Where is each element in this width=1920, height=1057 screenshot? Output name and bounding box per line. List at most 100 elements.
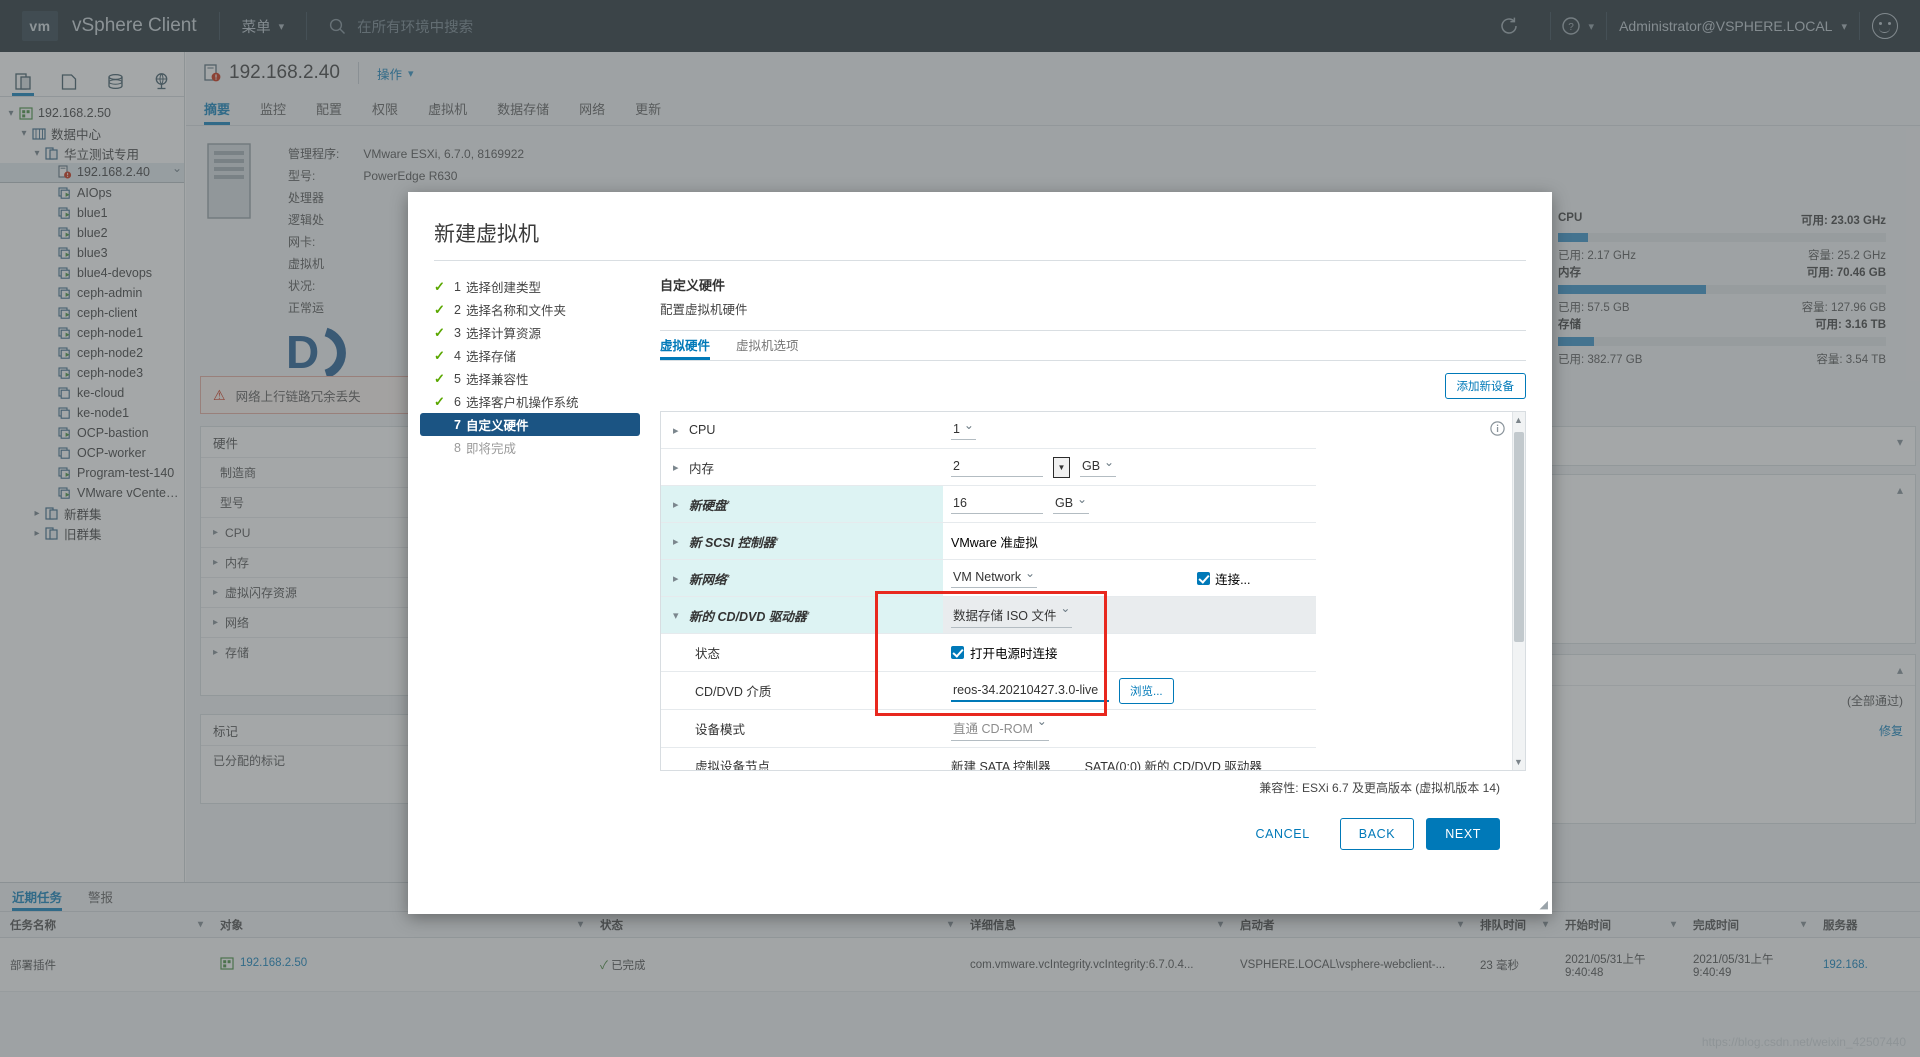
partial-row-label: 虚拟设备节点 bbox=[661, 756, 943, 771]
wizard-pane: 自定义硬件 配置虚拟机硬件 虚拟硬件虚拟机选项 添加新设备 ▸CPU1▸内存▼G… bbox=[660, 275, 1552, 821]
step-number: 6 bbox=[454, 395, 461, 409]
new-vm-wizard-dialog: 新建虚拟机 ✓1选择创建类型✓2选择名称和文件夹✓3选择计算资源✓4选择存储✓5… bbox=[408, 192, 1552, 914]
checkbox-icon bbox=[951, 646, 964, 659]
check-icon: ✓ bbox=[434, 348, 454, 364]
dialog-title: 新建虚拟机 bbox=[408, 192, 1552, 260]
resize-handle[interactable]: ◢ bbox=[1540, 898, 1548, 911]
check-icon: ✓ bbox=[434, 279, 454, 295]
hardware-row: ▾新的 CD/DVD 驱动器* 数据存储 ISO 文件 bbox=[661, 597, 1316, 634]
hardware-table: ▸CPU1▸内存▼GB▸新硬盘*GB▸新 SCSI 控制器*VMware 准虚拟… bbox=[660, 411, 1526, 771]
step-label: 选择兼容性 bbox=[466, 369, 529, 388]
cd-row-label: CD/DVD 介质 bbox=[661, 681, 943, 700]
hardware-value-select[interactable]: 数据存储 ISO 文件 bbox=[951, 603, 1072, 628]
memory-input[interactable] bbox=[951, 457, 1043, 477]
wizard-step-3[interactable]: ✓3 选择计算资源 bbox=[420, 321, 660, 344]
add-new-device-button[interactable]: 添加新设备 bbox=[1445, 373, 1527, 399]
wizard-step-5[interactable]: ✓5 选择兼容性 bbox=[420, 367, 660, 390]
hardware-value-select[interactable]: 1 bbox=[951, 420, 976, 440]
wizard-step-4[interactable]: ✓4 选择存储 bbox=[420, 344, 660, 367]
memory-unit-select[interactable]: GB bbox=[1080, 457, 1116, 477]
network-connect-label: 连接... bbox=[1215, 569, 1250, 588]
expand-icon[interactable]: ▸ bbox=[673, 572, 689, 585]
step-label: 即将完成 bbox=[466, 438, 516, 457]
step-label: 选择存储 bbox=[466, 346, 516, 365]
wizard-step-1[interactable]: ✓1 选择创建类型 bbox=[420, 275, 660, 298]
hardware-tab-label: 虚拟机选项 bbox=[736, 339, 799, 353]
required-marker: * bbox=[727, 573, 731, 583]
step-number: 7 bbox=[454, 418, 461, 432]
back-button[interactable]: BACK bbox=[1340, 818, 1414, 850]
pane-subtitle: 配置虚拟机硬件 bbox=[660, 299, 1526, 318]
hardware-row-label: 新 SCSI 控制器 bbox=[689, 532, 775, 551]
scroll-up-arrow[interactable]: ▲ bbox=[1514, 415, 1523, 425]
wizard-step-8[interactable]: 8 即将完成 bbox=[420, 436, 660, 459]
step-number: 2 bbox=[454, 303, 461, 317]
dialog-body: ✓1选择创建类型✓2选择名称和文件夹✓3选择计算资源✓4选择存储✓5选择兼容性✓… bbox=[408, 261, 1552, 821]
dialog-footer: CANCEL BACK NEXT bbox=[660, 796, 1526, 850]
step-number: 5 bbox=[454, 372, 461, 386]
hardware-row-label: 新的 CD/DVD 驱动器 bbox=[689, 606, 806, 625]
wizard-step-7[interactable]: 7 自定义硬件 bbox=[420, 413, 640, 436]
step-label: 选择名称和文件夹 bbox=[466, 300, 566, 319]
cd-row-label: 状态 bbox=[661, 643, 943, 662]
wizard-step-2[interactable]: ✓2 选择名称和文件夹 bbox=[420, 298, 660, 321]
virtual-device-node-row: 虚拟设备节点新建 SATA 控制器 SATA(0:0) 新的 CD/DVD 驱动器 bbox=[661, 748, 1316, 771]
network-connect-checkbox[interactable]: 连接... bbox=[1197, 569, 1250, 588]
hardware-row-label: 内存 bbox=[689, 458, 714, 477]
connect-at-power-on-label: 打开电源时连接 bbox=[970, 643, 1058, 662]
step-number: 1 bbox=[454, 280, 461, 294]
step-number: 8 bbox=[454, 441, 461, 455]
check-icon: ✓ bbox=[434, 302, 454, 318]
hardware-row-label: 新硬盘 bbox=[689, 495, 727, 514]
memory-spinner[interactable]: ▼ bbox=[1053, 457, 1070, 478]
compatibility-text: 兼容性: ESXi 6.7 及更高版本 (虚拟机版本 14) bbox=[660, 771, 1526, 796]
wizard-step-6[interactable]: ✓6 选择客户机操作系统 bbox=[420, 390, 660, 413]
step-label: 选择计算资源 bbox=[466, 323, 541, 342]
hardware-scrollbar[interactable]: ▲ ▼ bbox=[1512, 412, 1525, 770]
required-marker: * bbox=[775, 536, 779, 546]
browse-button[interactable]: 浏览... bbox=[1119, 678, 1174, 704]
hardware-row: ▸新硬盘* GB bbox=[661, 486, 1316, 523]
expand-icon[interactable]: ▸ bbox=[673, 535, 689, 548]
checkbox-icon bbox=[1197, 572, 1210, 585]
step-label: 选择创建类型 bbox=[466, 277, 541, 296]
expand-icon[interactable]: ▸ bbox=[673, 498, 689, 511]
cd-row-label: 设备模式 bbox=[661, 719, 943, 738]
expand-icon[interactable]: ▸ bbox=[673, 461, 689, 474]
required-marker: * bbox=[727, 499, 731, 509]
check-icon: ✓ bbox=[434, 394, 454, 410]
cd-settings-row: CD/DVD 介质 浏览... bbox=[661, 672, 1316, 710]
hardware-tab-label: 虚拟硬件 bbox=[660, 339, 710, 353]
connect-at-power-on-checkbox[interactable]: 打开电源时连接 bbox=[951, 643, 1058, 662]
network-select[interactable]: VM Network bbox=[951, 568, 1037, 588]
next-button[interactable]: NEXT bbox=[1426, 818, 1500, 850]
cd-settings-row: 状态 打开电源时连接 bbox=[661, 634, 1316, 672]
check-icon: ✓ bbox=[434, 325, 454, 341]
cancel-button[interactable]: CANCEL bbox=[1237, 818, 1327, 850]
step-label: 选择客户机操作系统 bbox=[466, 392, 579, 411]
hardware-row: ▸新网络* VM Network 连接... bbox=[661, 560, 1316, 597]
hardware-tab-1[interactable]: 虚拟机选项 bbox=[736, 335, 799, 360]
iso-file-input[interactable] bbox=[951, 680, 1109, 702]
pane-title: 自定义硬件 bbox=[660, 275, 1526, 294]
disk-size-input[interactable] bbox=[951, 494, 1043, 514]
device-mode-select[interactable]: 直通 CD-ROM bbox=[951, 716, 1049, 741]
expand-icon[interactable]: ▾ bbox=[673, 609, 689, 622]
check-icon: ✓ bbox=[434, 371, 454, 387]
scrollbar-thumb[interactable] bbox=[1514, 432, 1524, 642]
required-marker: * bbox=[806, 610, 810, 620]
hardware-row: ▸新 SCSI 控制器*VMware 准虚拟 bbox=[661, 523, 1316, 560]
hardware-row-label: CPU bbox=[689, 423, 715, 437]
expand-icon[interactable]: ▸ bbox=[673, 424, 689, 437]
partial-row-value2: SATA(0:0) 新的 CD/DVD 驱动器 bbox=[1085, 756, 1262, 771]
step-number: 4 bbox=[454, 349, 461, 363]
wizard-steps: ✓1选择创建类型✓2选择名称和文件夹✓3选择计算资源✓4选择存储✓5选择兼容性✓… bbox=[408, 275, 660, 821]
hardware-row-label: 新网络 bbox=[689, 569, 727, 588]
disk-unit-select[interactable]: GB bbox=[1053, 494, 1089, 514]
hardware-tab-0[interactable]: 虚拟硬件 bbox=[660, 335, 710, 360]
info-icon[interactable] bbox=[1490, 421, 1505, 436]
partial-row-value: 新建 SATA 控制器 bbox=[951, 756, 1051, 771]
step-number: 3 bbox=[454, 326, 461, 340]
step-label: 自定义硬件 bbox=[466, 415, 529, 434]
scroll-down-arrow[interactable]: ▼ bbox=[1514, 757, 1523, 767]
